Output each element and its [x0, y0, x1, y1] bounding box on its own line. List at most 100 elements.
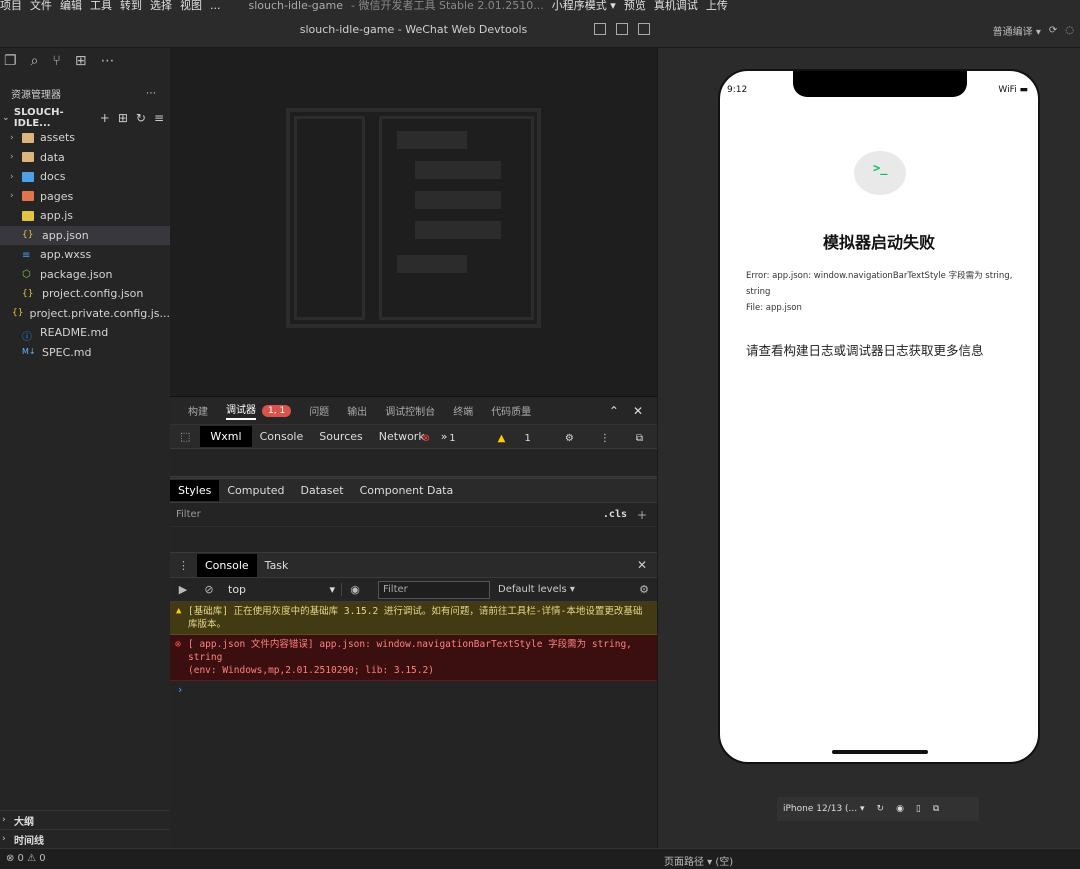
tree-file-readme[interactable]: ⓘ README.md — [0, 323, 170, 343]
tree-file-app-wxss[interactable]: ≡ app.wxss — [0, 245, 170, 265]
warning-counter[interactable]: ▲ 1 — [482, 429, 547, 448]
new-file-icon[interactable]: + — [100, 111, 110, 125]
tab-debugger[interactable]: 调试器 — [226, 401, 256, 420]
tree-label: pages — [40, 189, 74, 203]
compile-mode-select[interactable]: 普通编译 ▾ — [993, 23, 1041, 38]
cls-button[interactable]: .cls — [603, 509, 627, 520]
tab-computed[interactable]: Computed — [219, 480, 292, 501]
activity-bar: ❐ ⌕ ⑂ ⊞ ⋯ — [0, 48, 170, 74]
outline-section[interactable]: › 大纲 — [0, 810, 170, 829]
drawer-menu-icon[interactable]: ⋮ — [170, 559, 197, 572]
inspect-icon[interactable]: ⬚ — [170, 426, 200, 447]
tree-file-project-config[interactable]: {} project.config.json — [0, 284, 170, 304]
tab-problems[interactable]: 问题 — [309, 403, 329, 418]
tab-drawer-console[interactable]: Console — [197, 553, 257, 577]
editor-area — [170, 48, 657, 396]
menu-item-tools[interactable]: 工具 — [90, 0, 112, 12]
clear-console-icon[interactable]: ⊘ — [196, 583, 222, 596]
wxml-tree-area — [170, 449, 657, 477]
context-select[interactable]: top ▾ — [222, 583, 342, 596]
menu-item-goto[interactable]: 转到 — [120, 0, 142, 12]
window-icon[interactable]: ⧉ — [933, 804, 939, 814]
kebab-menu-icon[interactable]: ⋮ — [592, 429, 618, 448]
tree-file-package-json[interactable]: ⬡ package.json — [0, 265, 170, 285]
menu-item-file[interactable]: 文件 — [30, 0, 52, 12]
settings-gear-icon[interactable]: ⚙ — [557, 429, 582, 448]
devtools-tabs: 构建 调试器 1, 1 问题 输出 调试控制台 终端 代码质量 ⌃ ✕ — [170, 397, 657, 425]
eye-icon[interactable]: ◉ — [342, 583, 368, 596]
tab-wxml[interactable]: Wxml — [200, 426, 252, 447]
files-icon[interactable]: ❐ — [4, 53, 17, 69]
menu-item-project[interactable]: 项目 — [0, 0, 22, 12]
tree-folder-pages[interactable]: › pages — [0, 187, 170, 207]
timeline-label: 时间线 — [14, 835, 44, 847]
menu-item-view[interactable]: 视图 — [180, 0, 202, 12]
preview-button[interactable]: 预览 — [624, 0, 646, 12]
tree-file-app-js[interactable]: app.js — [0, 206, 170, 226]
error-file-line: File: app.json — [746, 303, 802, 313]
tree-folder-assets[interactable]: › assets — [0, 128, 170, 148]
tree-file-spec[interactable]: M↓ SPEC.md — [0, 343, 170, 363]
tab-debug-console[interactable]: 调试控制台 — [385, 403, 435, 418]
more-icon[interactable]: ⋯ — [101, 53, 115, 69]
new-folder-icon[interactable]: ⊞ — [118, 111, 128, 125]
tree-label: data — [40, 150, 65, 164]
tree-folder-docs[interactable]: › docs — [0, 167, 170, 187]
refresh-explorer-icon[interactable]: ↻ — [136, 111, 146, 125]
tree-file-app-json[interactable]: {} app.json — [0, 225, 170, 245]
console-filter-input[interactable]: Filter — [378, 580, 490, 599]
console-prompt[interactable]: › — [170, 681, 657, 698]
sidebar-toggle-icon[interactable]: ▶ — [170, 583, 196, 596]
tab-output[interactable]: 输出 — [347, 403, 367, 418]
menu-item-select[interactable]: 选择 — [150, 0, 172, 12]
tab-terminal[interactable]: 终端 — [453, 403, 473, 418]
close-drawer-icon[interactable]: ✕ — [637, 558, 647, 572]
tab-console[interactable]: Console — [252, 426, 312, 447]
tab-task[interactable]: Task — [257, 554, 297, 577]
phone-icon[interactable]: ▯ — [916, 804, 921, 814]
source-control-icon[interactable]: ⑂ — [52, 53, 60, 69]
collapse-all-icon[interactable]: ≡ — [154, 111, 164, 125]
device-select[interactable]: iPhone 12/13 (... ▾ — [783, 804, 865, 814]
add-style-icon[interactable]: + — [637, 508, 647, 522]
mode-select[interactable]: 小程序模式 ▾ — [552, 0, 616, 12]
tree-file-project-private-config[interactable]: {} project.private.config.js... — [0, 304, 170, 324]
explorer-panel: ❐ ⌕ ⑂ ⊞ ⋯ 资源管理器 ⋯ ⌄ SLOUCH-IDLE... + ⊞ ↻… — [0, 48, 170, 848]
page-path-select[interactable]: 页面路径 ▾ (空) — [664, 853, 733, 868]
tab-build[interactable]: 构建 — [188, 403, 208, 418]
toggle-split-icon[interactable] — [638, 23, 650, 35]
record-icon[interactable]: ◉ — [896, 804, 904, 814]
toggle-sidebar-icon[interactable] — [594, 23, 606, 35]
error-counter[interactable]: ⊗ 1 — [406, 429, 472, 448]
tab-styles[interactable]: Styles — [170, 480, 220, 501]
timeline-section[interactable]: › 时间线 — [0, 829, 170, 848]
close-panel-icon[interactable]: ✕ — [633, 404, 643, 418]
refresh-icon[interactable]: ⟳ — [1049, 25, 1057, 36]
styles-filter-input[interactable]: Filter — [176, 509, 201, 520]
chevron-right-icon: › — [10, 191, 14, 202]
explorer-more-icon[interactable]: ⋯ — [146, 88, 156, 99]
scan-icon[interactable]: ◌ — [1065, 25, 1074, 36]
toggle-panel-icon[interactable] — [616, 23, 628, 35]
tab-component-data[interactable]: Component Data — [352, 480, 462, 501]
rotate-icon[interactable]: ↻ — [877, 804, 885, 814]
maximize-panel-icon[interactable]: ⌃ — [609, 404, 619, 418]
js-file-icon — [22, 210, 34, 221]
log-levels-select[interactable]: Default levels ▾ — [498, 584, 575, 595]
upload-button[interactable]: 上传 — [706, 0, 728, 12]
extensions-icon[interactable]: ⊞ — [75, 53, 87, 69]
tab-dataset[interactable]: Dataset — [293, 480, 352, 501]
tab-sources[interactable]: Sources — [311, 426, 371, 447]
console-settings-icon[interactable]: ⚙ — [639, 583, 649, 596]
menu-item-more[interactable]: ... — [210, 0, 221, 12]
search-icon[interactable]: ⌕ — [31, 53, 39, 69]
menu-item-edit[interactable]: 编辑 — [60, 0, 82, 12]
problems-indicator[interactable]: ⊗ 0 ⚠ 0 — [6, 853, 46, 864]
dock-icon[interactable]: ⧉ — [628, 429, 651, 448]
project-root[interactable]: ⌄ SLOUCH-IDLE... + ⊞ ↻ ≡ — [0, 107, 170, 129]
placeholder-bar — [415, 221, 501, 239]
tree-folder-data[interactable]: › data — [0, 148, 170, 168]
real-debug-button[interactable]: 真机调试 — [654, 0, 698, 12]
compile-toolbar: 普通编译 ▾ ⟳ ◌ — [993, 12, 1080, 48]
tab-code-quality[interactable]: 代码质量 — [491, 403, 531, 418]
